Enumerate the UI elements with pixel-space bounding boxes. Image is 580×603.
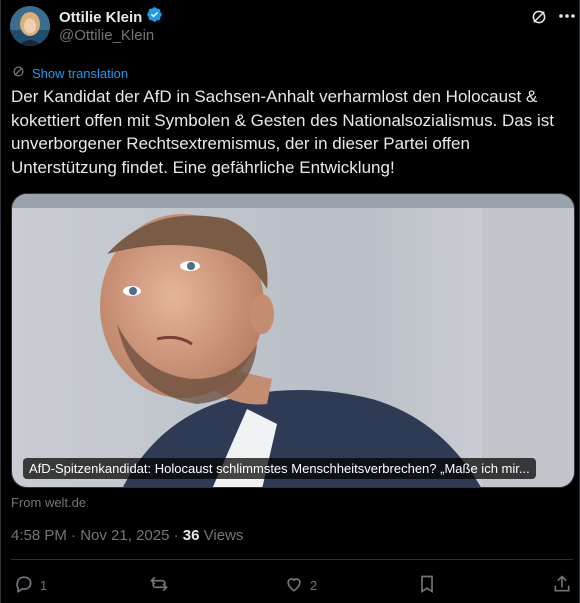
show-translation-link[interactable]: Show translation [11, 64, 128, 82]
reply-button[interactable]: 1 [14, 574, 47, 597]
post-time[interactable]: 4:58 PM [11, 527, 67, 544]
author-name-row: Ottilie Klein [59, 6, 163, 28]
link-card-caption: AfD-Spitzenkandidat: Holocaust schlimmst… [23, 458, 536, 479]
post-text: Der Kandidat der AfD in Sachsen-Anhalt v… [11, 87, 554, 177]
author-handle[interactable]: @Ottilie_Klein [59, 27, 154, 44]
grok-icon[interactable] [530, 8, 548, 26]
translate-icon [11, 64, 26, 82]
views-label: Views [203, 527, 244, 544]
share-icon [552, 574, 572, 597]
bookmark-button[interactable] [417, 574, 437, 597]
avatar[interactable] [10, 6, 50, 46]
views-count: 36 [182, 527, 200, 544]
repost-icon [149, 574, 169, 597]
action-bar: 1 2 [1, 570, 580, 598]
link-card-image [12, 194, 574, 487]
author-name[interactable]: Ottilie Klein [59, 9, 142, 26]
like-count: 2 [310, 578, 318, 593]
post-date[interactable]: Nov 21, 2025 [80, 527, 169, 544]
like-icon [284, 574, 304, 597]
post-meta: 4:58 PM · Nov 21, 2025 · 36 Views [11, 527, 243, 544]
divider [11, 559, 573, 560]
like-button[interactable]: 2 [284, 574, 317, 597]
post: Ottilie Klein @Ottilie_Klein Show transl… [0, 0, 580, 603]
reply-icon [14, 574, 34, 597]
more-icon[interactable] [558, 6, 576, 26]
link-source[interactable]: From welt.de [11, 495, 86, 510]
verified-badge-icon [146, 6, 163, 28]
link-card[interactable]: AfD-Spitzenkandidat: Holocaust schlimmst… [11, 193, 575, 488]
share-button[interactable] [552, 574, 572, 597]
bookmark-icon [417, 574, 437, 597]
meta-separator: · [71, 527, 77, 544]
show-translation-label: Show translation [32, 65, 129, 81]
repost-button[interactable] [149, 574, 175, 597]
meta-separator: · [173, 527, 179, 544]
reply-count: 1 [40, 578, 48, 593]
